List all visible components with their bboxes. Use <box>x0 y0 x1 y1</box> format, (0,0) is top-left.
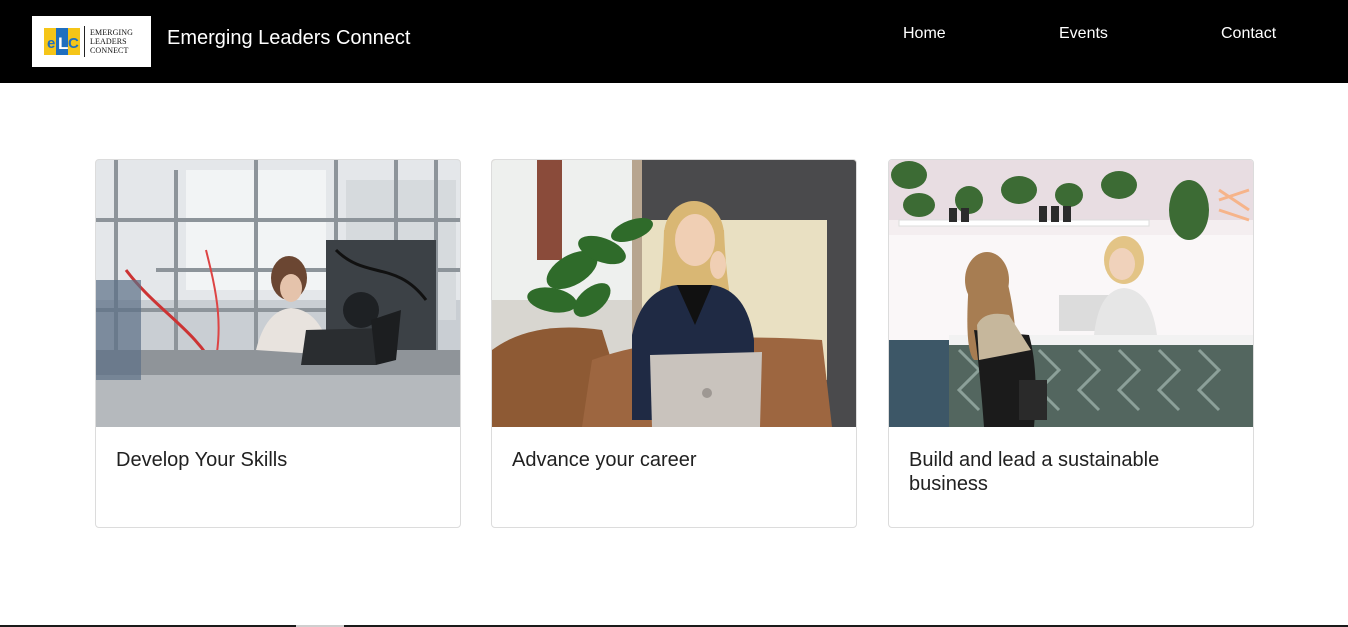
shop-photo-illustration <box>889 160 1253 427</box>
logo-divider <box>84 26 85 57</box>
logo-text: EMERGING LEADERS CONNECT <box>90 28 146 55</box>
card-develop-skills[interactable]: Develop Your Skills <box>95 159 461 528</box>
nav-link-home[interactable]: Home <box>903 24 946 44</box>
card-build-business[interactable]: Build and lead a sustainable business <box>888 159 1254 528</box>
elc-logo-icon: e L C <box>44 28 80 55</box>
lab-photo-illustration <box>96 160 460 427</box>
logo-text-line: LEADERS <box>90 37 127 46</box>
card-title[interactable]: Develop Your Skills <box>116 448 442 472</box>
nav-link-contact[interactable]: Contact <box>1221 24 1276 44</box>
logo-text-line: CONNECT <box>90 46 129 55</box>
navbar: e L C EMERGING LEADERS CONNECT Emerging … <box>0 0 1348 83</box>
svg-text:C: C <box>68 35 79 52</box>
card-image-engineering-lab <box>96 160 460 427</box>
svg-text:L: L <box>58 34 68 53</box>
card-image-woman-laptop <box>492 160 856 427</box>
card-image-shop-counter <box>889 160 1253 427</box>
card-title[interactable]: Advance your career <box>512 448 838 472</box>
svg-text:e: e <box>47 35 55 52</box>
logo[interactable]: e L C EMERGING LEADERS CONNECT <box>32 16 151 67</box>
brand-name[interactable]: Emerging Leaders Connect <box>167 26 410 50</box>
nav-link-events[interactable]: Events <box>1059 24 1108 44</box>
card-advance-career[interactable]: Advance your career <box>491 159 857 528</box>
logo-text-line: EMERGING <box>90 28 134 37</box>
card-title[interactable]: Build and lead a sustainable business <box>909 448 1235 496</box>
office-photo-illustration <box>492 160 856 427</box>
